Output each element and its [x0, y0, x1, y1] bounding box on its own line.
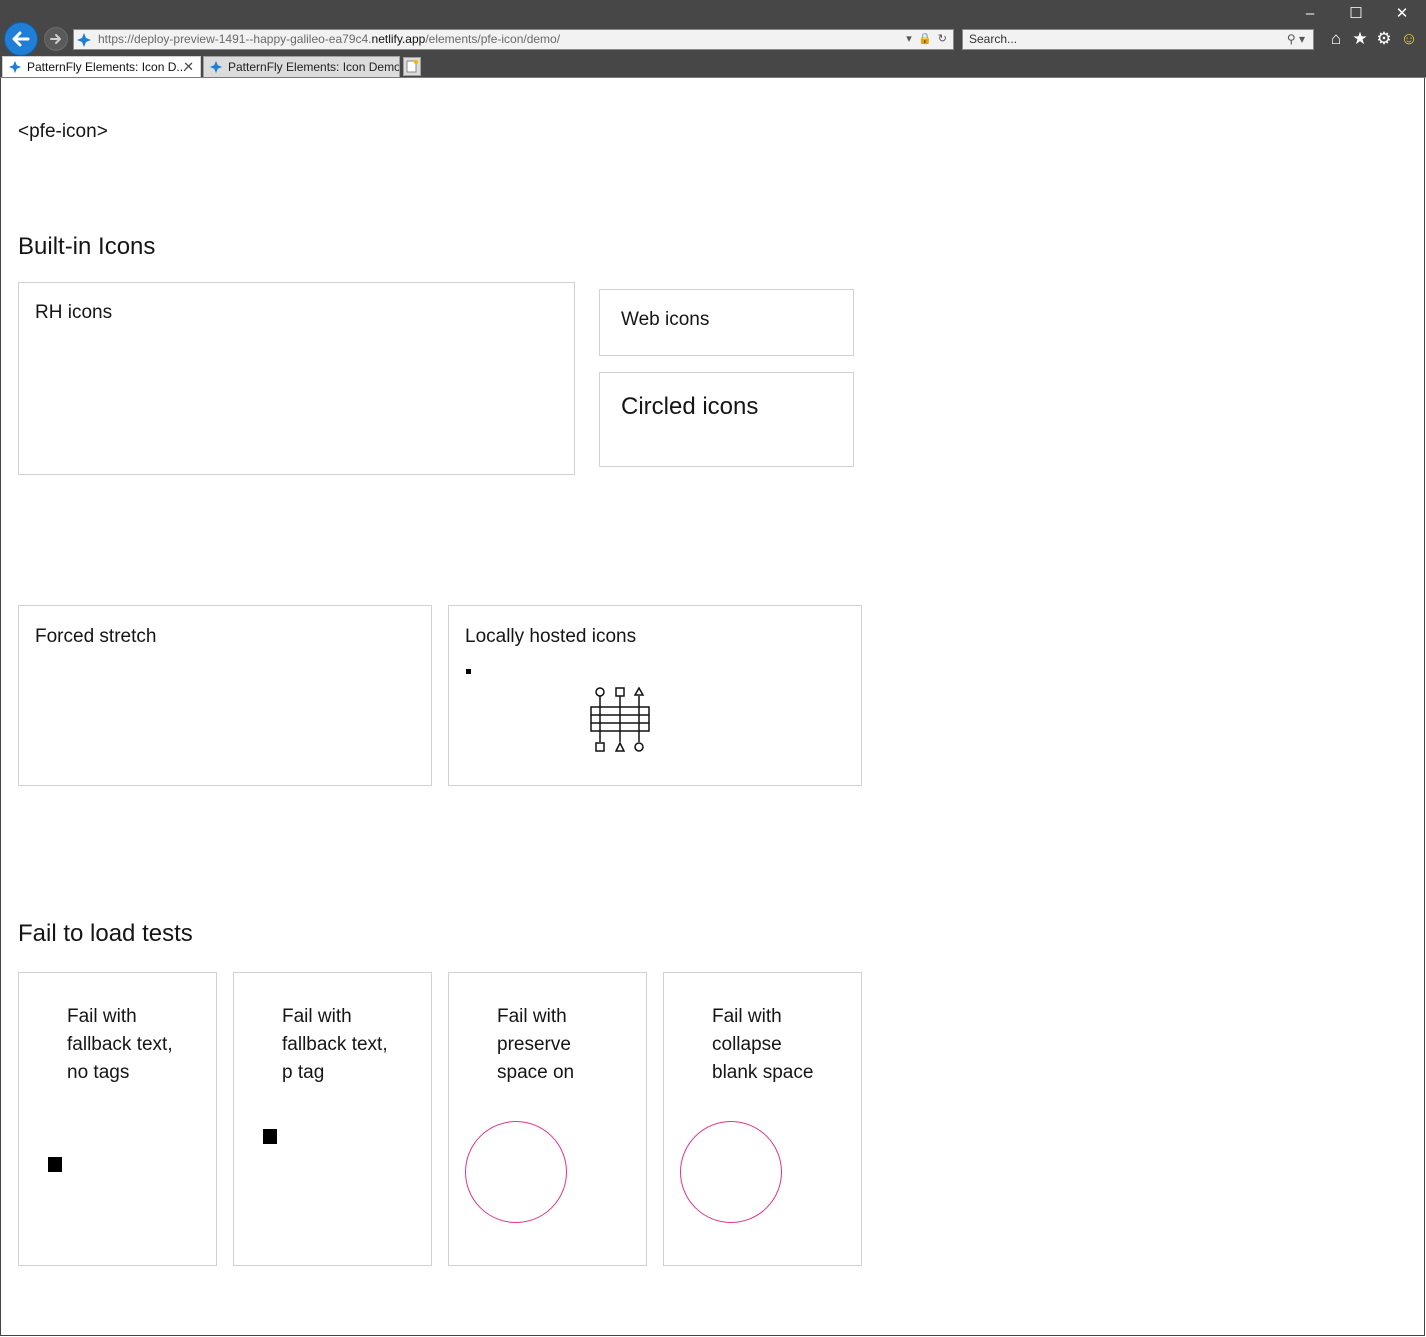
- fail-card-text: Fail with fallback text, no tags: [67, 1006, 173, 1083]
- gear-icon[interactable]: ⚙: [1374, 29, 1394, 49]
- network-diagram-icon: [590, 686, 650, 752]
- web-icons-card: Web icons: [599, 289, 854, 356]
- card-title: Web icons: [621, 309, 710, 330]
- broken-icon-placeholder: [466, 669, 471, 674]
- fail-card-fallback-no-tags: Fail with fallback text, no tags: [18, 972, 217, 1266]
- close-tab-icon[interactable]: ✕: [183, 57, 194, 77]
- forward-button[interactable]: [44, 27, 68, 51]
- builtin-icons-heading: Built-in Icons: [18, 233, 156, 260]
- favorites-star-icon[interactable]: ★: [1350, 29, 1370, 49]
- home-icon[interactable]: ⌂: [1326, 29, 1346, 49]
- card-title: Circled icons: [621, 393, 759, 420]
- maximize-icon[interactable]: ☐: [1346, 4, 1366, 24]
- search-box[interactable]: Search... ⚲ ▾: [962, 29, 1314, 50]
- refresh-icon[interactable]: ↻: [938, 33, 947, 45]
- address-bar[interactable]: https://deploy-preview-1491--happy-galil…: [73, 29, 954, 50]
- fail-card-text: Fail with fallback text, p tag: [282, 1006, 388, 1083]
- fail-card-preserve-space: Fail with preserve space on: [448, 972, 647, 1266]
- address-tools: ▾ 🔒 ↻: [906, 30, 947, 49]
- site-favicon-icon: [77, 33, 91, 47]
- locally-hosted-card: Locally hosted icons: [448, 605, 862, 786]
- tab-inactive[interactable]: PatternFly Elements: Icon Demo: [203, 56, 400, 77]
- empty-circle-icon: [465, 1121, 567, 1223]
- fallback-square-icon: [48, 1157, 62, 1172]
- forced-stretch-card: Forced stretch: [18, 605, 432, 786]
- search-placeholder: Search...: [969, 32, 1018, 46]
- address-url: https://deploy-preview-1491--happy-galil…: [98, 32, 561, 46]
- fail-to-load-heading: Fail to load tests: [18, 920, 193, 947]
- tab-favicon-icon: [8, 60, 22, 74]
- fail-card-text: Fail with collapse blank space: [712, 1006, 814, 1083]
- rh-icons-card: RH icons: [18, 282, 575, 475]
- close-window-icon[interactable]: ✕: [1392, 4, 1412, 24]
- card-title: Locally hosted icons: [465, 626, 637, 647]
- fail-card-text: Fail with preserve space on: [497, 1006, 575, 1083]
- tab-favicon-icon: [209, 60, 223, 74]
- new-tab-icon: [406, 60, 418, 73]
- dropdown-icon[interactable]: ▾: [906, 33, 912, 45]
- back-button[interactable]: [4, 22, 38, 56]
- tab-active[interactable]: PatternFly Elements: Icon D... ✕: [2, 56, 201, 77]
- circled-icons-card: Circled icons: [599, 372, 854, 467]
- fallback-square-icon: [263, 1129, 277, 1144]
- card-title: Forced stretch: [35, 626, 157, 647]
- arrow-left-icon: [12, 31, 30, 47]
- fail-card-fallback-p-tag: Fail with fallback text, p tag: [233, 972, 432, 1266]
- browser-chrome: – ☐ ✕ https://deploy-preview-1491--happy…: [0, 0, 1426, 78]
- search-icon[interactable]: ⚲ ▾: [1287, 30, 1305, 49]
- new-tab-button[interactable]: [403, 57, 421, 76]
- tab-label: PatternFly Elements: Icon Demo: [228, 60, 400, 74]
- empty-circle-icon: [680, 1121, 782, 1223]
- tab-label: PatternFly Elements: Icon D...: [27, 60, 187, 74]
- fail-card-collapse-blank: Fail with collapse blank space: [663, 972, 862, 1266]
- page-title: <pfe-icon>: [18, 121, 108, 142]
- card-title: RH icons: [35, 302, 113, 323]
- lock-icon[interactable]: 🔒: [918, 33, 932, 45]
- arrow-right-icon: [50, 34, 61, 44]
- smiley-feedback-icon[interactable]: ☺: [1399, 29, 1419, 49]
- minimize-icon[interactable]: –: [1300, 4, 1320, 24]
